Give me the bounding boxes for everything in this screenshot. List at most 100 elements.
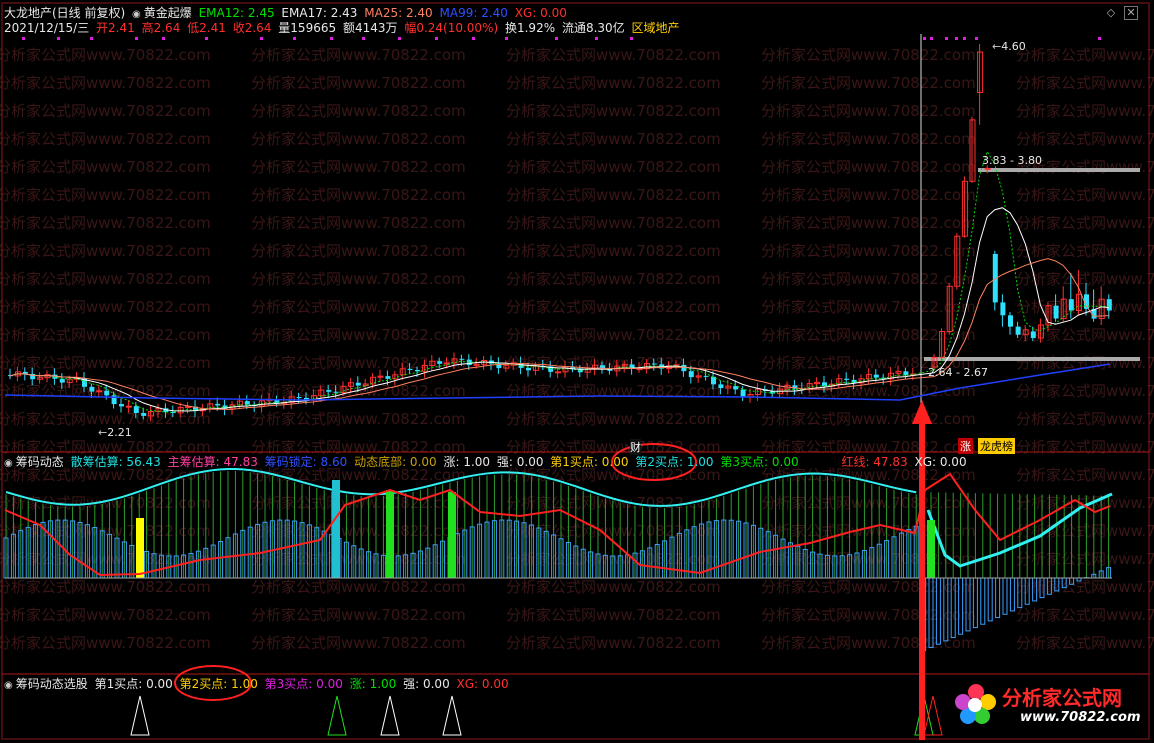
candle-body xyxy=(688,371,694,378)
watermark-text: 分析家公式网www.70822.com xyxy=(1016,102,1154,120)
candle-body xyxy=(244,401,250,405)
candle-body xyxy=(473,363,480,366)
candle-body xyxy=(385,376,391,379)
close-icon[interactable]: ✕ xyxy=(1124,6,1138,20)
watermark-text: 分析家公式网www.70822.com xyxy=(506,410,721,428)
watermark-text: 分析家公式网www.70822.com xyxy=(1016,494,1154,512)
peak-price-label: ←4.60 xyxy=(992,40,1026,53)
candle-body xyxy=(133,406,139,414)
buy-point-1-value: 第1买点: 0.00 xyxy=(550,455,629,469)
select-panel-name[interactable]: 筹码动态选股 xyxy=(16,677,88,691)
watermark-text: 分析家公式网www.70822.com xyxy=(251,634,466,652)
chip-panel-name[interactable]: 筹码动态 xyxy=(16,455,64,469)
quote-high: 高2.64 xyxy=(141,21,181,35)
candle-body xyxy=(407,368,413,370)
watermark-text: 分析家公式网www.70822.com xyxy=(0,354,211,372)
chip-lock-value: 筹码锁定: 8.60 xyxy=(264,455,348,469)
range-lower-label: 2.64 - 2.67 xyxy=(928,366,988,379)
watermark-text: 分析家公式网www.70822.com xyxy=(1016,410,1154,428)
signal-dot xyxy=(595,37,598,40)
candle-body xyxy=(415,369,420,372)
diamond-icon[interactable]: ◇ xyxy=(1104,6,1118,20)
chip-bar-blue xyxy=(980,577,986,625)
signal-dot xyxy=(22,37,25,40)
watermark-text: 分析家公式网www.70822.com xyxy=(761,130,976,148)
watermark-text: 分析家公式网www.70822.com xyxy=(506,214,721,232)
watermark-text: 分析家公式网www.70822.com xyxy=(251,186,466,204)
signal-triangle xyxy=(130,695,150,736)
watermark-text: 分析家公式网www.70822.com xyxy=(506,242,721,260)
signal-dot xyxy=(293,37,296,40)
select-panel-header: ◉ 筹码动态选股 第1买点: 0.00 第2买点: 1.00 第3买点: 0.00… xyxy=(4,676,512,692)
watermark-text: 分析家公式网www.70822.com xyxy=(251,130,466,148)
dragon-tiger-list-tag[interactable]: 龙虎榜 xyxy=(978,438,1015,454)
main-chip-value: 主筹估算: 47.83 xyxy=(167,455,258,469)
signal-dot xyxy=(630,37,633,40)
p3-buy-point-2: 第2买点: 1.00 xyxy=(179,677,258,691)
watermark-text: 分析家公式网www.70822.com xyxy=(0,634,211,652)
panel-collapse-icon[interactable]: ◉ xyxy=(4,458,13,469)
buy-point-3-value: 第3买点: 0.00 xyxy=(720,455,799,469)
watermark-text: 分析家公式网www.70822.com xyxy=(251,158,466,176)
range-upper-bar xyxy=(978,168,1140,172)
indicator-dropdown-icon[interactable]: ◉ xyxy=(132,9,141,20)
watermark-text: 分析家公式网www.70822.com xyxy=(506,270,721,288)
buy-point-3-bar xyxy=(386,490,394,578)
candle-body xyxy=(437,361,443,364)
signal-triangle xyxy=(380,695,400,736)
p3-xg: XG: 0.00 xyxy=(456,677,509,691)
watermark-text: 分析家公式网www.70822.com xyxy=(0,270,211,288)
p3-buy-point-3: 第3买点: 0.00 xyxy=(264,677,343,691)
flower-logo-icon xyxy=(955,684,996,724)
quote-change: 幅0.24(10.00%) xyxy=(404,21,499,35)
watermark-layer: 分析家公式网www.70822.com 分析家公式网www.70822.com 分析… xyxy=(0,46,1154,652)
signal-triangle xyxy=(442,695,462,736)
watermark-text: 分析家公式网www.70822.com xyxy=(251,410,466,428)
candle-body xyxy=(1030,331,1036,338)
watermark-text: 分析家公式网www.70822.com xyxy=(0,578,211,596)
stock-title[interactable]: 大龙地产(日线 前复权) xyxy=(4,6,125,20)
watermark-text: 分析家公式网www.70822.com xyxy=(506,130,721,148)
watermark-text: 分析家公式网www.70822.com xyxy=(506,186,721,204)
ema17-value: EMA17: 2.43 xyxy=(281,6,358,20)
rise-tag[interactable]: 涨 xyxy=(958,438,973,454)
chip-bar-blue xyxy=(987,577,993,622)
watermark-text: 分析家公式网www.70822.com xyxy=(761,186,976,204)
signal-dot xyxy=(975,37,978,40)
buy-point-2-bar xyxy=(332,480,340,578)
candle-body xyxy=(333,391,339,393)
watermark-text: 分析家公式网www.70822.com xyxy=(1016,130,1154,148)
ema12-value: EMA12: 2.45 xyxy=(198,6,275,20)
signal-dot xyxy=(472,37,475,40)
candle-body xyxy=(104,390,110,396)
quote-sector[interactable]: 区域地产 xyxy=(632,21,680,35)
range-upper-label: 3.83 - 3.80 xyxy=(982,154,1042,167)
watermark-text: 分析家公式网www.70822.com xyxy=(0,186,211,204)
signal-dot xyxy=(362,37,365,40)
watermark-text: 分析家公式网www.70822.com xyxy=(251,298,466,316)
watermark-text: 分析家公式网www.70822.com xyxy=(251,102,466,120)
candle-body xyxy=(459,358,465,360)
watermark-text: 分析家公式网www.70822.com xyxy=(761,74,976,92)
panel3-collapse-icon[interactable]: ◉ xyxy=(4,680,13,691)
watermark-text: 分析家公式网www.70822.com xyxy=(251,214,466,232)
buy-point-2-value: 第2买点: 1.00 xyxy=(635,455,714,469)
indicator-name[interactable]: 黄金起爆 xyxy=(144,6,192,20)
candle-body xyxy=(703,375,709,377)
watermark-text: 分析家公式网www.70822.com xyxy=(1016,74,1154,92)
watermark-text: 分析家公式网www.70822.com xyxy=(761,326,976,344)
finance-tag[interactable]: 财 xyxy=(630,439,641,455)
candle-body xyxy=(119,404,124,407)
ma25-value: MA25: 2.40 xyxy=(364,6,433,20)
signal-dot xyxy=(330,37,333,40)
signal-triangle xyxy=(923,695,943,736)
watermark-text: 分析家公式网www.70822.com xyxy=(761,158,976,176)
watermark-text: 分析家公式网www.70822.com xyxy=(506,102,721,120)
watermark-text: 分析家公式网www.70822.com xyxy=(1016,242,1154,260)
quote-low: 低2.41 xyxy=(187,21,226,35)
watermark-text: 分析家公式网www.70822.com xyxy=(0,130,211,148)
retail-chip-value: 散筹估算: 56.43 xyxy=(70,455,161,469)
signal-dot xyxy=(963,37,966,40)
signal-dot xyxy=(955,37,958,40)
signal-dot xyxy=(923,37,926,40)
